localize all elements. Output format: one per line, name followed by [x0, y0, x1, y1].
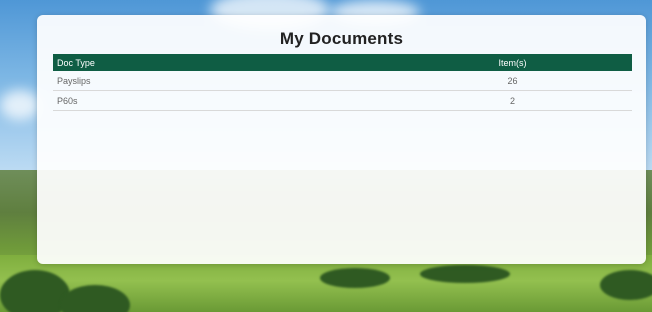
doc-type-cell: P60s: [57, 95, 78, 106]
doc-type-header: Doc Type: [57, 57, 95, 68]
doc-type-cell: Payslips: [57, 75, 91, 86]
tree: [600, 270, 652, 300]
cloud: [0, 90, 40, 120]
tree: [320, 268, 390, 288]
documents-table: Doc Type Item(s) Payslips 26 P60s 2: [53, 54, 632, 111]
table-row[interactable]: P60s 2: [53, 91, 632, 111]
documents-card: My Documents Doc Type Item(s) Payslips 2…: [37, 15, 646, 264]
items-count-cell: 26: [507, 75, 518, 86]
tree: [420, 265, 510, 283]
table-header: Doc Type Item(s): [53, 54, 632, 71]
page-title: My Documents: [279, 29, 404, 48]
items-count-cell: 2: [509, 95, 515, 106]
items-header: Item(s): [498, 57, 527, 68]
table-row[interactable]: Payslips 26: [53, 71, 632, 91]
